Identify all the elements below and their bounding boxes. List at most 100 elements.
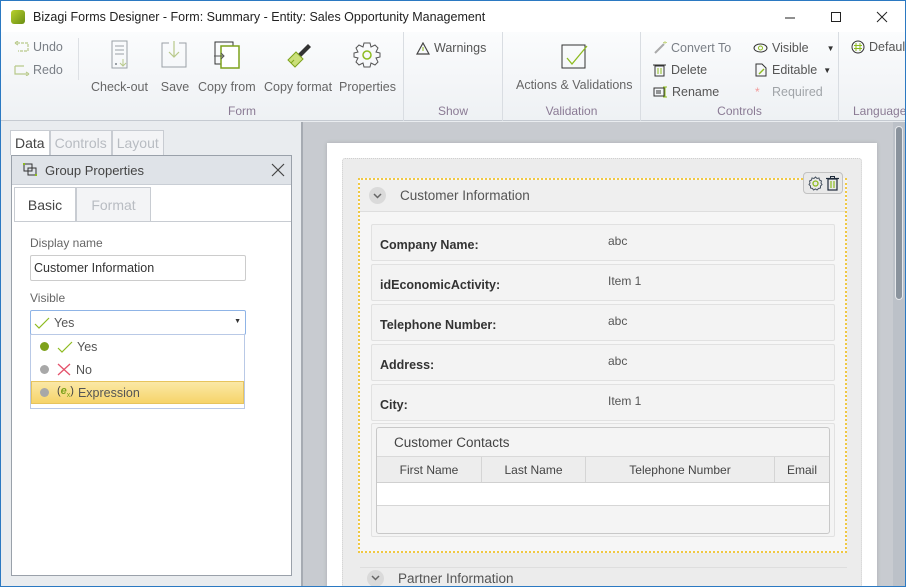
editable-icon: [755, 63, 767, 77]
tab-data[interactable]: Data: [10, 130, 50, 155]
title-bar: Bizagi Forms Designer - Form: Summary - …: [1, 1, 905, 32]
default-language-button[interactable]: Default: [851, 40, 905, 54]
group-header[interactable]: Customer Information: [360, 180, 845, 212]
gear-icon[interactable]: [807, 175, 823, 191]
expression-icon: (ex): [57, 385, 74, 400]
visible-select[interactable]: Yes ▼: [30, 310, 246, 335]
form-group-label: Form: [228, 104, 256, 118]
group-properties-panel: Group Properties Basic Format Display na…: [11, 155, 292, 576]
checkout-icon: [103, 40, 135, 72]
collapse-chevron-icon[interactable]: [369, 187, 386, 204]
warnings-button[interactable]: Warnings: [416, 41, 486, 55]
rename-icon: [653, 86, 667, 98]
group-icon: [23, 163, 37, 176]
maximize-button[interactable]: [813, 1, 859, 32]
undo-button[interactable]: Undo: [14, 40, 63, 54]
required-button[interactable]: * Required: [755, 85, 823, 99]
checkmark-icon: [34, 317, 50, 329]
show-group-label: Show: [437, 104, 469, 118]
trash-icon: [653, 64, 666, 77]
option-no[interactable]: No: [31, 358, 244, 381]
copy-from-button[interactable]: Copy from: [198, 40, 256, 94]
copy-format-button[interactable]: Copy format: [264, 40, 332, 94]
status-dot: [40, 342, 49, 351]
option-yes[interactable]: Yes: [31, 335, 244, 358]
maximize-icon: [831, 11, 841, 22]
group-partner-information[interactable]: Partner Information: [360, 567, 847, 586]
status-dot: [40, 388, 49, 397]
undo-icon: [14, 41, 29, 52]
close-panel-icon[interactable]: [271, 163, 285, 177]
trash-icon[interactable]: [825, 175, 839, 191]
asterisk-icon: *: [755, 85, 760, 99]
left-panel: Data Controls Layout Group Properties Ba…: [1, 122, 301, 586]
minimize-icon: [785, 17, 795, 18]
delete-button[interactable]: Delete: [653, 63, 707, 77]
collapse-chevron-icon[interactable]: [367, 569, 384, 586]
save-button[interactable]: Save: [159, 40, 191, 94]
visible-options-list: Yes No (ex) Expression: [30, 334, 245, 409]
grid-header: First Name Last Name Telephone Number Em…: [377, 456, 829, 483]
field-row[interactable]: Address: abc: [371, 344, 835, 381]
column-header[interactable]: First Name: [377, 457, 482, 482]
scrollbar-thumb[interactable]: [895, 126, 903, 300]
field-row[interactable]: Company Name: abc: [371, 224, 835, 261]
tab-layout[interactable]: Layout: [111, 130, 164, 155]
grid-title: Customer Contacts: [394, 435, 510, 450]
tab-basic[interactable]: Basic: [14, 187, 76, 222]
close-icon: [876, 11, 888, 22]
vertical-scrollbar[interactable]: [893, 122, 905, 586]
checkout-button[interactable]: Check-out: [91, 40, 148, 94]
chevron-down-icon: ▼: [823, 65, 832, 75]
visible-dropdown[interactable]: Visible ▼: [753, 41, 835, 55]
globe-icon: [851, 40, 865, 54]
language-group-label: Language: [853, 104, 906, 118]
field-row[interactable]: City: Item 1: [371, 384, 835, 421]
separator: [78, 38, 79, 80]
controls-group: Convert To Delete Rename Visible ▼ Edita…: [641, 32, 839, 121]
display-name-label: Display name: [30, 236, 103, 250]
display-name-input[interactable]: Customer Information: [30, 255, 246, 281]
eye-icon: [753, 43, 768, 53]
chevron-down-icon: ▼: [826, 43, 835, 53]
tab-format[interactable]: Format: [76, 187, 151, 222]
tab-controls[interactable]: Controls: [49, 130, 112, 155]
redo-button[interactable]: Redo: [14, 63, 63, 77]
close-button[interactable]: [859, 1, 905, 32]
field-row[interactable]: idEconomicActivity: Item 1: [371, 264, 835, 301]
app-window: Bizagi Forms Designer - Form: Summary - …: [0, 0, 906, 587]
history-group: Undo Redo: [1, 32, 81, 121]
controls-group-label: Controls: [717, 104, 762, 118]
column-header[interactable]: Email: [775, 457, 829, 482]
group-toolbox: [803, 172, 843, 194]
checkbox-checked-icon: [561, 42, 588, 69]
field-row[interactable]: Telephone Number: abc: [371, 304, 835, 341]
checkmark-icon: [57, 341, 73, 353]
properties-button[interactable]: Properties: [339, 40, 396, 94]
group-title: Partner Information: [398, 570, 514, 586]
customer-contacts-grid[interactable]: Customer Contacts First Name Last Name T…: [376, 427, 830, 534]
column-header[interactable]: Last Name: [482, 457, 586, 482]
convert-to-button[interactable]: Convert To: [653, 41, 731, 55]
visible-label: Visible: [30, 291, 66, 305]
show-group: Warnings Show: [404, 32, 503, 121]
redo-icon: [14, 65, 30, 76]
status-dot: [40, 365, 49, 374]
rename-button[interactable]: Rename: [653, 85, 719, 99]
minimize-button[interactable]: [767, 1, 813, 32]
column-header[interactable]: Telephone Number: [586, 457, 775, 482]
form-group: Check-out Save Copy from Copy format Pro…: [81, 32, 404, 121]
copy-from-icon: [211, 40, 243, 72]
gear-icon: [351, 40, 383, 72]
actions-validations-button[interactable]: Actions & Validations: [516, 42, 633, 92]
warning-icon: [416, 41, 430, 55]
grid-empty-row: [377, 483, 829, 506]
validation-group-label: Validation: [545, 104, 598, 118]
option-expression[interactable]: (ex) Expression: [31, 381, 244, 404]
group-title: Customer Information: [400, 188, 530, 203]
group-customer-information[interactable]: Customer Information Company Name: abc i…: [358, 178, 847, 553]
editable-dropdown[interactable]: Editable ▼: [755, 63, 831, 77]
x-icon: [57, 363, 71, 376]
properties-tabs: Basic Format: [14, 187, 151, 222]
magic-wand-icon: [654, 41, 667, 54]
